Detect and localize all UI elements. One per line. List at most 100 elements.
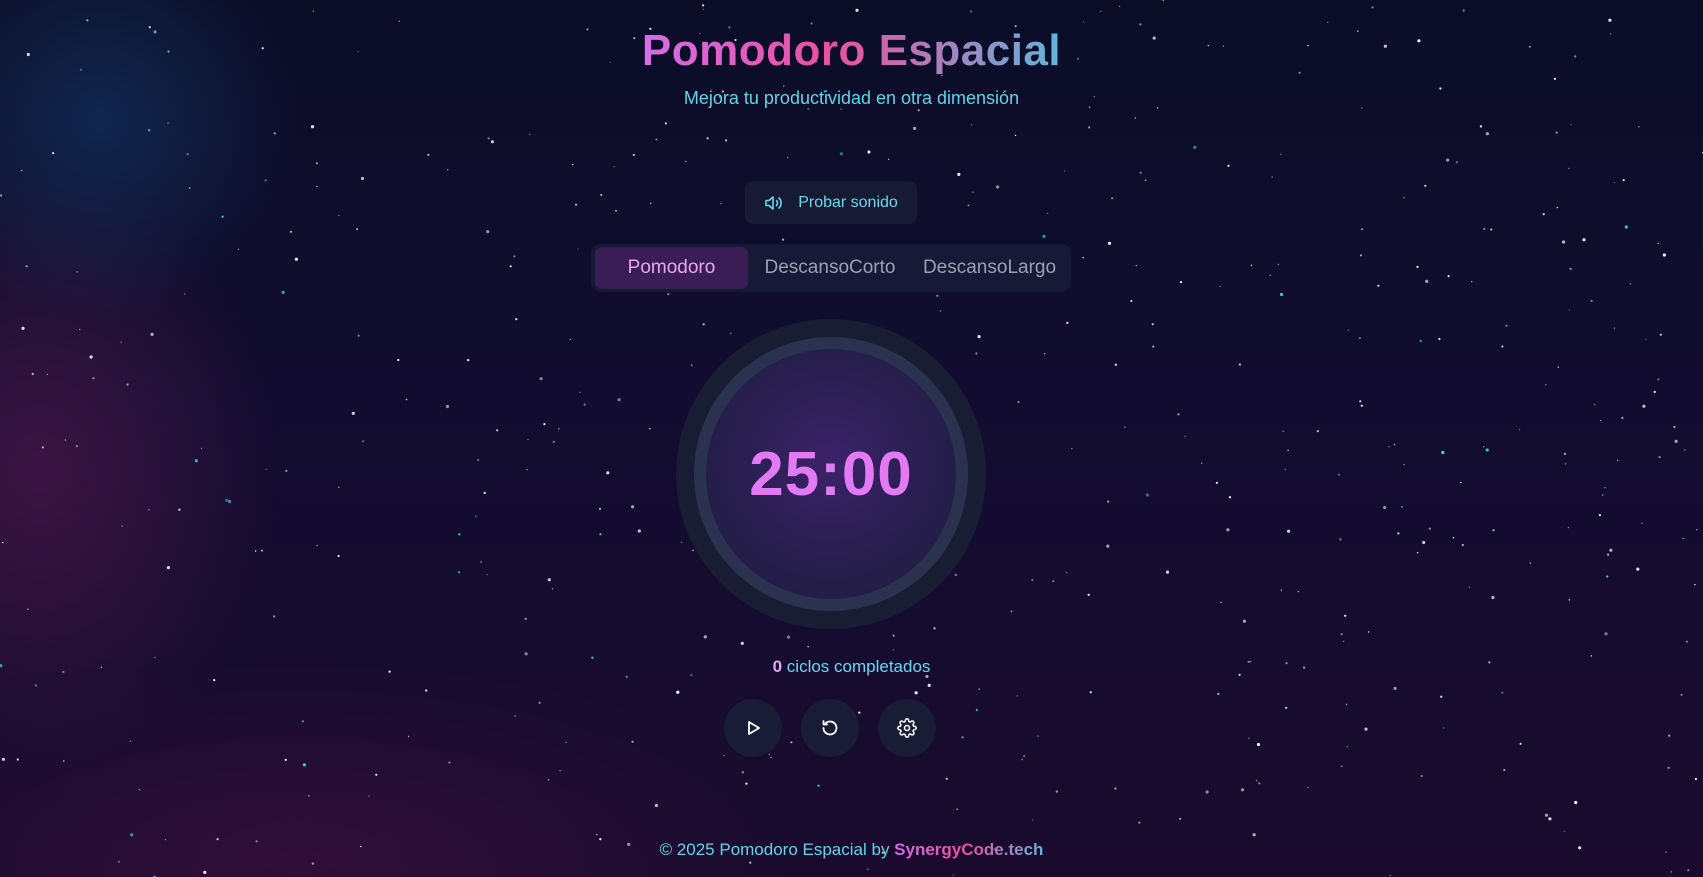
- star: [996, 185, 1000, 189]
- star: [1114, 363, 1117, 366]
- star: [1228, 496, 1232, 499]
- star: [178, 508, 181, 511]
- star: [1420, 774, 1423, 778]
- star: [186, 153, 189, 156]
- star: [467, 359, 470, 362]
- star: [509, 265, 512, 268]
- star: [311, 862, 314, 865]
- star: [490, 140, 494, 144]
- star: [1016, 695, 1018, 697]
- star: [1460, 482, 1462, 484]
- test-sound-button[interactable]: Probar sonido: [745, 181, 917, 224]
- star: [89, 355, 93, 359]
- star: [1694, 777, 1697, 781]
- play-button[interactable]: [724, 699, 782, 757]
- star: [1505, 324, 1508, 327]
- star: [228, 499, 232, 504]
- star: [1485, 132, 1489, 136]
- star: [1088, 126, 1091, 129]
- star: [654, 803, 659, 808]
- footer-copyright: © 2025 Pomodoro Espacial by: [659, 840, 895, 859]
- star: [1215, 481, 1218, 484]
- star: [1403, 197, 1405, 199]
- star: [0, 194, 3, 197]
- star: [75, 445, 78, 448]
- star: [1604, 632, 1608, 636]
- star: [1282, 430, 1284, 432]
- star: [1367, 631, 1370, 633]
- star: [702, 323, 705, 326]
- star: [1193, 145, 1197, 149]
- star: [351, 411, 355, 415]
- star: [975, 708, 979, 712]
- star: [1440, 695, 1443, 698]
- star: [445, 404, 450, 409]
- star: [1184, 435, 1186, 438]
- star: [1134, 117, 1136, 119]
- reset-button[interactable]: [801, 699, 859, 757]
- star: [720, 203, 722, 205]
- star: [1397, 532, 1400, 535]
- star: [237, 248, 240, 250]
- star: [1256, 742, 1261, 747]
- star: [1642, 404, 1646, 408]
- star: [1674, 439, 1678, 443]
- star: [1151, 323, 1154, 326]
- star: [1089, 691, 1092, 694]
- star: [126, 383, 129, 386]
- star: [547, 779, 550, 781]
- star: [1359, 254, 1363, 257]
- star: [954, 573, 957, 577]
- star: [184, 293, 186, 295]
- star: [1285, 706, 1288, 709]
- star: [1107, 500, 1110, 503]
- star: [1490, 228, 1493, 231]
- star: [676, 690, 680, 694]
- star: [749, 861, 752, 864]
- star: [558, 428, 560, 430]
- star: [302, 763, 306, 767]
- star: [1242, 619, 1246, 623]
- settings-button[interactable]: [878, 699, 936, 757]
- star: [538, 701, 541, 704]
- star: [1341, 765, 1343, 767]
- star: [477, 458, 480, 462]
- star: [551, 588, 554, 590]
- star: [543, 423, 546, 426]
- tab-descanso-largo[interactable]: DescansoLargo: [912, 247, 1067, 289]
- star: [1226, 528, 1230, 532]
- star: [1462, 9, 1465, 12]
- star: [1066, 571, 1068, 574]
- star: [691, 364, 693, 366]
- star: [650, 202, 652, 204]
- star: [529, 133, 531, 135]
- star: [1598, 514, 1601, 517]
- page-footer: © 2025 Pomodoro Espacial by SynergyCode.…: [0, 840, 1703, 860]
- tab-descanso-corto[interactable]: DescansoCorto: [748, 247, 912, 289]
- star: [1544, 813, 1549, 817]
- star: [1562, 240, 1566, 244]
- star: [360, 176, 365, 181]
- footer-brand-link[interactable]: SynergyCode.tech: [894, 840, 1043, 859]
- star: [1545, 384, 1547, 386]
- star: [961, 736, 964, 739]
- tab-pomodoro[interactable]: Pomodoro: [595, 247, 748, 289]
- star: [1568, 599, 1571, 601]
- star: [1344, 614, 1347, 617]
- star: [1389, 874, 1392, 877]
- star: [1087, 593, 1090, 596]
- star: [1600, 419, 1602, 422]
- star: [1564, 463, 1567, 465]
- star: [1287, 449, 1289, 451]
- star: [63, 760, 65, 762]
- star: [1010, 610, 1013, 613]
- star: [427, 153, 430, 156]
- star: [887, 158, 890, 160]
- star: [1557, 366, 1560, 368]
- star: [480, 561, 482, 563]
- star: [496, 429, 499, 432]
- star: [1556, 206, 1559, 209]
- star: [1145, 493, 1149, 497]
- star: [31, 372, 34, 376]
- star: [284, 758, 287, 762]
